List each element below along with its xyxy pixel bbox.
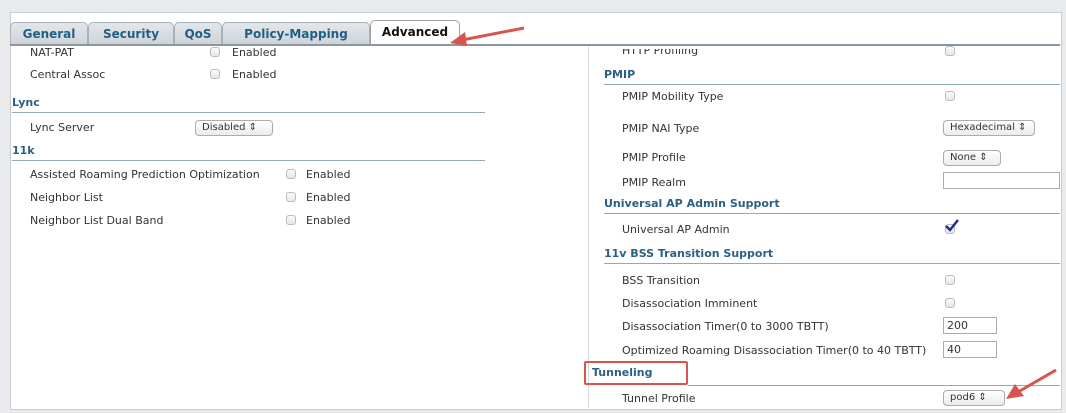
pmip-section-title: PMIP <box>604 68 636 81</box>
http-profiling-checkbox[interactable] <box>945 46 955 56</box>
uap-section-title: Universal AP Admin Support <box>604 197 780 210</box>
pmip-nai-type-select[interactable]: Hexadecimal ⇕ <box>943 120 1035 136</box>
tab-security-label: Security <box>102 27 160 41</box>
assisted-roaming-checkbox[interactable] <box>286 169 296 179</box>
uap-admin-label: Universal AP Admin <box>622 223 730 236</box>
tab-policy-mapping[interactable]: Policy-Mapping <box>222 22 370 44</box>
tab-qos-label: QoS <box>184 27 212 41</box>
uap-section-rule <box>604 213 1060 214</box>
pmip-profile-select[interactable]: None ⇕ <box>943 150 1001 166</box>
select-arrows-icon: ⇕ <box>978 392 987 403</box>
11k-section-title: 11k <box>12 144 35 157</box>
nat-pat-checkbox[interactable] <box>210 47 220 57</box>
pmip-mobility-type-label: PMIP Mobility Type <box>622 90 724 103</box>
11k-section-rule <box>12 160 485 161</box>
disassoc-timer-input[interactable]: 200 <box>943 317 997 334</box>
lync-server-select[interactable]: Disabled ⇕ <box>195 120 273 136</box>
bss-transition-label: BSS Transition <box>622 274 701 287</box>
nat-pat-label: NAT-PAT <box>30 46 74 59</box>
pmip-profile-label: PMIP Profile <box>622 151 686 164</box>
column-separator <box>588 46 589 408</box>
bss-section-title: 11v BSS Transition Support <box>604 247 774 260</box>
central-assoc-label: Central Assoc <box>30 68 106 81</box>
pmip-section-rule <box>604 84 1060 85</box>
neighbor-list-dual-value: Enabled <box>306 214 351 227</box>
tab-security[interactable]: Security <box>88 22 174 44</box>
pmip-mobility-type-checkbox[interactable] <box>945 91 955 101</box>
lync-section-title: Lync <box>12 96 40 109</box>
lync-section-rule <box>12 112 485 113</box>
pmip-realm-label: PMIP Realm <box>622 176 686 189</box>
bss-transition-checkbox[interactable] <box>945 275 955 285</box>
central-assoc-checkbox[interactable] <box>210 69 220 79</box>
tunnel-profile-label: Tunnel Profile <box>622 392 696 405</box>
tab-general-label: General <box>22 27 76 41</box>
select-arrows-icon: ⇕ <box>979 152 988 163</box>
tunnel-profile-select[interactable]: pod6 ⇕ <box>943 390 1005 406</box>
nat-pat-value: Enabled <box>232 46 277 59</box>
tab-policy-mapping-label: Policy-Mapping <box>244 27 348 41</box>
assisted-roaming-label: Assisted Roaming Prediction Optimization <box>30 168 260 181</box>
pmip-nai-type-value: Hexadecimal <box>950 122 1015 133</box>
disassoc-imminent-label: Disassociation Imminent <box>622 297 758 310</box>
central-assoc-value: Enabled <box>232 68 277 81</box>
select-arrows-icon: ⇕ <box>1018 122 1027 133</box>
annotation-arrow-icon <box>450 26 525 46</box>
neighbor-list-label: Neighbor List <box>30 191 103 204</box>
pmip-realm-input[interactable] <box>943 172 1060 189</box>
disassoc-timer-label: Disassociation Timer(0 to 3000 TBTT) <box>622 320 829 333</box>
tab-divider <box>10 44 1060 46</box>
lync-server-label: Lync Server <box>30 121 95 134</box>
opt-roaming-timer-input[interactable]: 40 <box>943 341 997 358</box>
tunnel-profile-value: pod6 <box>950 392 976 403</box>
assisted-roaming-value: Enabled <box>306 168 351 181</box>
pmip-profile-value: None <box>950 152 977 163</box>
disassoc-imminent-checkbox[interactable] <box>945 298 955 308</box>
tab-qos[interactable]: QoS <box>174 22 222 44</box>
select-arrows-icon: ⇕ <box>248 122 258 133</box>
tab-advanced[interactable]: Advanced <box>370 20 460 44</box>
neighbor-list-dual-checkbox[interactable] <box>286 215 296 225</box>
bss-section-rule <box>604 263 1060 264</box>
checkmark-icon <box>945 219 959 232</box>
annotation-arrow-icon <box>1006 368 1057 399</box>
opt-roaming-timer-label: Optimized Roaming Disassociation Timer(0… <box>622 344 927 357</box>
tab-advanced-label: Advanced <box>381 25 449 39</box>
tunneling-section-title: Tunneling <box>592 366 653 379</box>
neighbor-list-dual-label: Neighbor List Dual Band <box>30 214 164 227</box>
neighbor-list-checkbox[interactable] <box>286 192 296 202</box>
lync-server-value: Disabled <box>202 122 246 133</box>
pmip-nai-type-label: PMIP NAI Type <box>622 122 700 135</box>
neighbor-list-value: Enabled <box>306 191 351 204</box>
tab-general[interactable]: General <box>10 22 88 44</box>
